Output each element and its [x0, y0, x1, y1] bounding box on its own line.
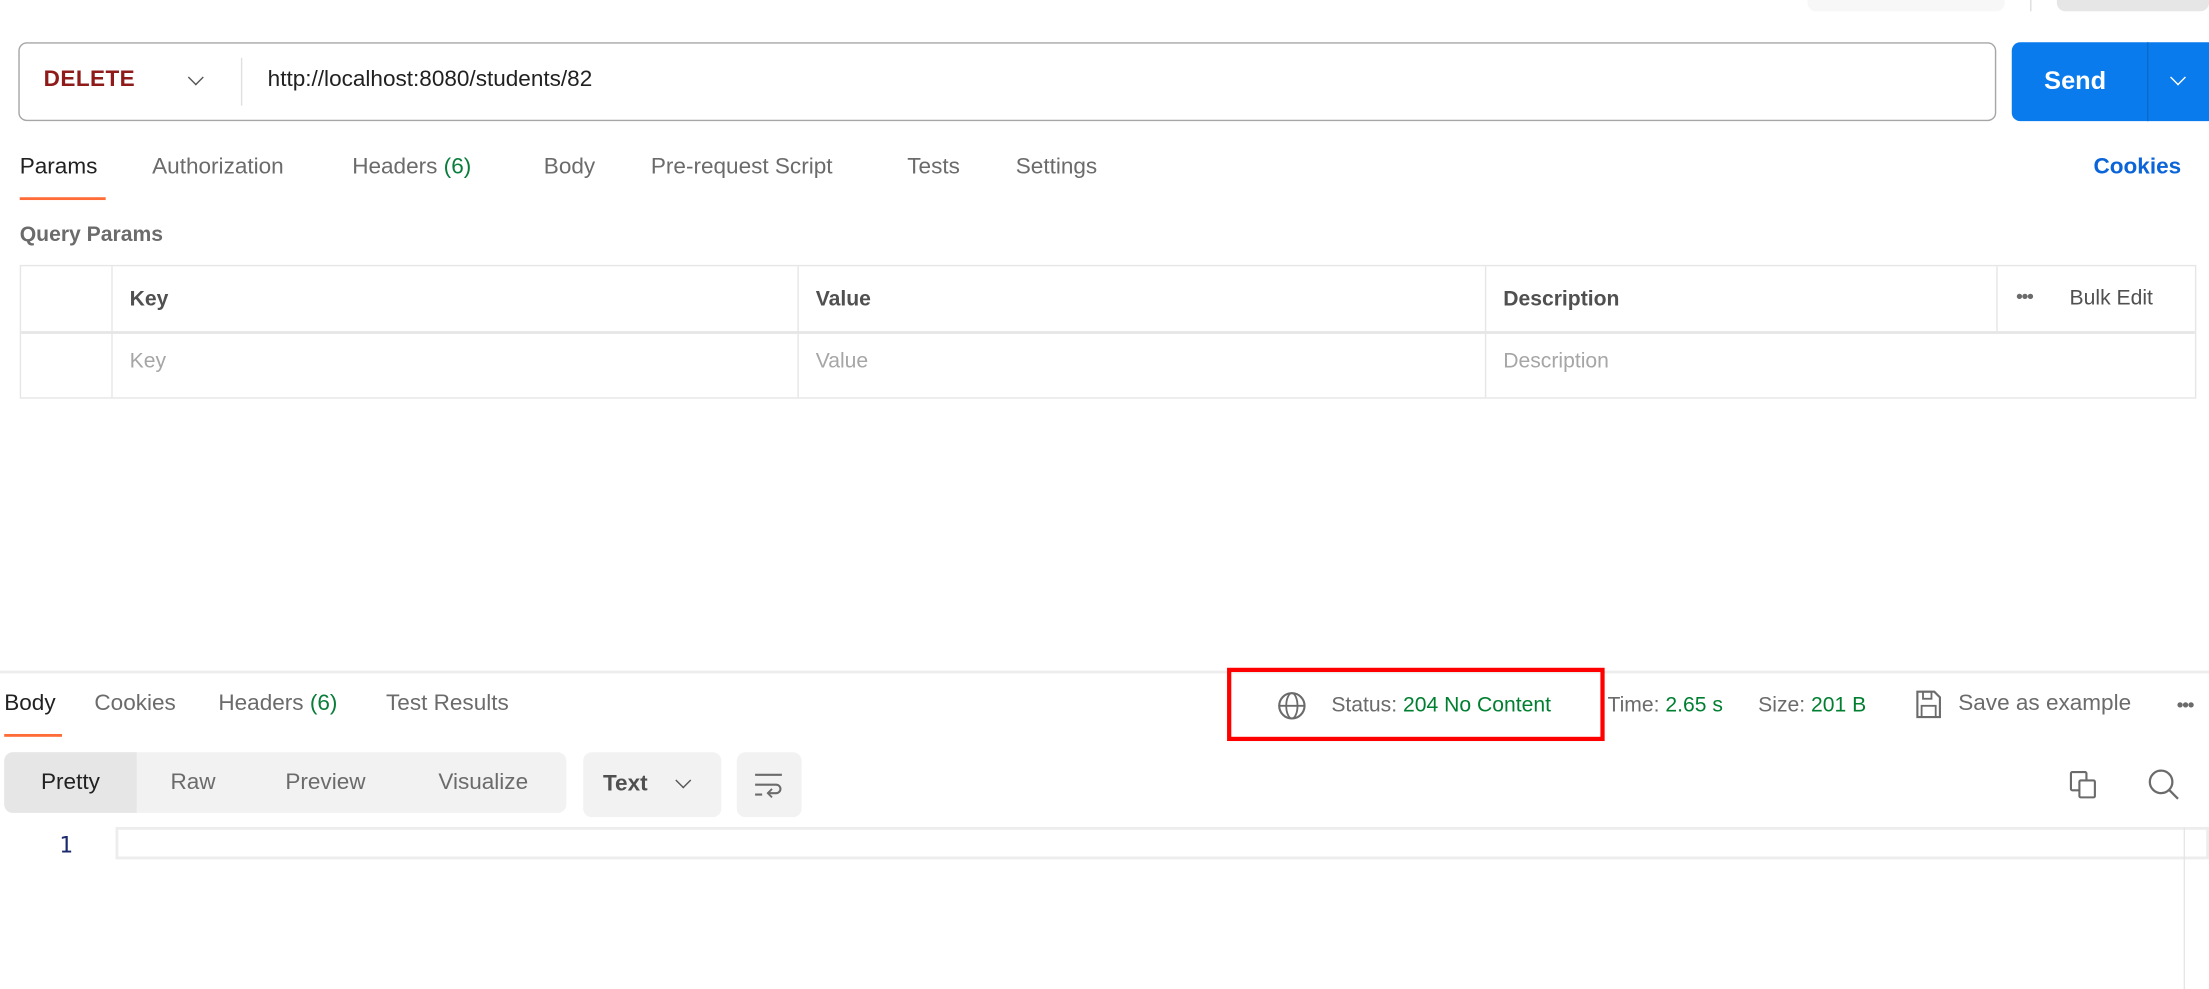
active-tab-indicator [19, 197, 106, 201]
cookies-link[interactable]: Cookies [2093, 155, 2181, 180]
status-label: Status: [1331, 693, 1398, 718]
key-input[interactable]: Key [130, 349, 166, 373]
save-as-example-button[interactable]: Save as example [1958, 692, 2131, 717]
request-url-bar: DELETE http://localhost:8080/students/82 [18, 42, 1997, 122]
headers-count: (6) [443, 154, 472, 179]
method-select[interactable]: DELETE [44, 68, 135, 93]
bulk-edit-button[interactable]: Bulk Edit [2070, 286, 2153, 310]
status[interactable]: Status: 204 No Content [1331, 693, 1551, 717]
divider [2030, 0, 2032, 12]
format-dropdown[interactable]: Text [583, 752, 722, 818]
globe-icon[interactable] [1276, 690, 1307, 721]
divider [240, 57, 243, 106]
view-pretty[interactable]: Pretty [4, 752, 137, 813]
send-button[interactable]: Send [2011, 42, 2209, 122]
tab-authorization[interactable]: Authorization [152, 155, 284, 180]
divider [2147, 42, 2149, 122]
response-tab-body[interactable]: Body [4, 692, 55, 717]
tab-settings[interactable]: Settings [1016, 155, 1097, 180]
tab-headers[interactable]: Headers (6) [352, 155, 471, 180]
tab-tests[interactable]: Tests [907, 155, 960, 180]
tab-label: Headers [352, 154, 438, 179]
query-params-table: Key Key Value Value Description Descript… [19, 264, 2197, 399]
wrap-lines-button[interactable] [736, 752, 802, 818]
header-description: Description [1503, 287, 1620, 312]
response-body-editor[interactable] [115, 826, 2209, 860]
tab-label: Headers [218, 691, 304, 716]
view-preview[interactable]: Preview [258, 752, 393, 813]
chevron-down-icon[interactable] [2170, 69, 2186, 86]
top-toolbar-button[interactable] [1807, 0, 2005, 12]
line-number: 1 [59, 831, 73, 858]
query-params-title: Query Params [19, 222, 164, 247]
response-tab-cookies[interactable]: Cookies [94, 692, 175, 717]
description-input[interactable]: Description [1503, 349, 1609, 373]
header-value: Value [815, 287, 871, 312]
format-value: Text [602, 772, 648, 796]
time-value: 2.65 s [1665, 693, 1723, 718]
tab-pre-request-script[interactable]: Pre-request Script [651, 155, 833, 180]
url-input[interactable]: http://localhost:8080/students/82 [268, 68, 593, 93]
view-visualize[interactable]: Visualize [413, 752, 554, 813]
pane-divider[interactable] [0, 670, 2209, 673]
response-time[interactable]: Time: 2.65 s [1607, 693, 1723, 717]
editor-scrollbar-track[interactable] [2183, 826, 2186, 989]
response-size[interactable]: Size: 201 B [1758, 693, 1866, 717]
top-toolbar-toggle[interactable] [2056, 0, 2209, 12]
size-value: 201 B [1811, 693, 1867, 718]
divider [1996, 266, 1998, 332]
search-icon[interactable] [2147, 768, 2181, 802]
checkbox-column [21, 266, 113, 398]
headers-count: (6) [309, 691, 338, 716]
chevron-down-icon[interactable] [187, 69, 204, 86]
wrap-icon [755, 773, 782, 799]
tab-params[interactable]: Params [20, 155, 98, 180]
response-tab-headers[interactable]: Headers (6) [218, 692, 337, 717]
copy-icon[interactable] [2068, 769, 2099, 800]
key-column: Key Key [113, 266, 799, 398]
active-tab-indicator [4, 733, 62, 737]
save-icon[interactable] [1915, 689, 1943, 720]
view-raw[interactable]: Raw [137, 752, 250, 813]
chevron-down-icon [675, 772, 692, 789]
view-mode-selector: Pretty Raw Preview Visualize [4, 752, 567, 813]
more-options-icon[interactable]: ••• [2177, 693, 2195, 716]
tab-body[interactable]: Body [544, 155, 595, 180]
value-column: Value Value [799, 266, 1487, 398]
time-label: Time: [1607, 693, 1660, 718]
response-tab-test-results[interactable]: Test Results [386, 692, 509, 717]
send-label: Send [2044, 66, 2107, 95]
header-key: Key [129, 287, 169, 312]
value-input[interactable]: Value [816, 349, 868, 373]
status-value: 204 No Content [1402, 693, 1552, 718]
more-options-icon[interactable]: ••• [2016, 285, 2034, 308]
size-label: Size: [1758, 693, 1806, 718]
